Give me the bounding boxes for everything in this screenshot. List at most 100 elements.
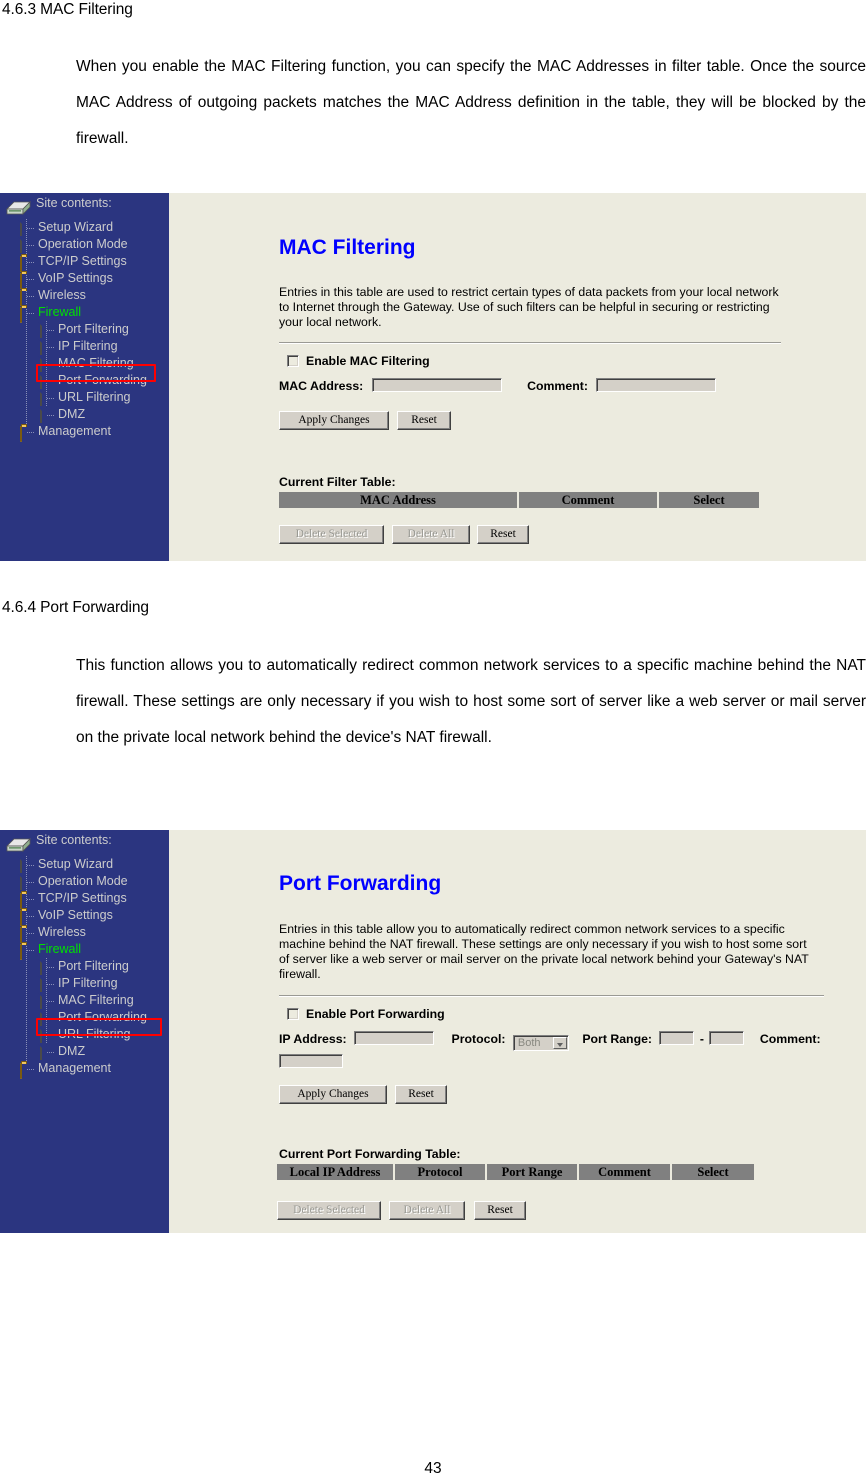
table-header-local-ip-address: Local IP Address [277, 1164, 395, 1180]
sidebar-item-setup-wizard[interactable]: Setup Wizard [0, 219, 169, 236]
sidebar-item-management[interactable]: Management [0, 423, 169, 442]
router-nav-tree-pf: Setup Wizard Operation Mode TCP/IP Setti… [0, 856, 169, 1079]
delete-all-button[interactable]: Delete All [392, 525, 470, 544]
apply-changes-button[interactable]: Apply Changes [279, 411, 389, 430]
port-range-from-input[interactable] [659, 1031, 695, 1045]
section-heading-port-forwarding: 4.6.4 Port Forwarding [2, 599, 149, 616]
mac-address-label: MAC Address: [279, 379, 364, 393]
sidebar-item-port-filtering[interactable]: Port Filtering [0, 321, 169, 338]
table-reset-button[interactable]: Reset [474, 1201, 526, 1220]
ip-address-label: IP Address: [279, 1032, 347, 1046]
document-icon [40, 339, 42, 355]
router-content-pf: Port Forwarding Entries in this table al… [169, 830, 866, 1233]
page-title: Port Forwarding [279, 872, 442, 895]
protocol-label: Protocol: [451, 1032, 506, 1046]
sidebar-item-firewall[interactable]: Firewall [0, 941, 169, 960]
table-header-comment: Comment [579, 1164, 672, 1180]
document-icon [40, 993, 42, 1009]
reset-button[interactable]: Reset [395, 1085, 447, 1104]
mac-address-input[interactable] [371, 378, 502, 392]
comment-input[interactable] [279, 1054, 343, 1068]
sidebar-item-port-forwarding[interactable]: Port Forwarding [0, 1009, 169, 1026]
sidebar-item-port-filtering[interactable]: Port Filtering [0, 958, 169, 975]
document-icon [40, 1010, 42, 1026]
enable-port-forwarding-label: Enable Port Forwarding [306, 1007, 445, 1021]
folder-icon [20, 1063, 22, 1079]
table-header-protocol: Protocol [395, 1164, 487, 1180]
sidebar-item-mac-filtering[interactable]: MAC Filtering [0, 992, 169, 1009]
document-icon [20, 220, 22, 236]
sidebar-item-ip-filtering[interactable]: IP Filtering [0, 975, 169, 992]
enable-mac-filtering-checkbox[interactable] [287, 355, 299, 367]
sidebar-item-url-filtering[interactable]: URL Filtering [0, 389, 169, 406]
router-content-mac: MAC Filtering Entries in this table are … [169, 193, 866, 561]
sidebar-item-mac-filtering[interactable]: MAC Filtering [0, 355, 169, 372]
enable-port-forwarding-checkbox[interactable] [287, 1008, 299, 1020]
sidebar-item-wireless[interactable]: Wireless [0, 287, 169, 306]
current-filter-table-caption: Current Filter Table: [279, 475, 396, 489]
document-icon [20, 874, 22, 890]
table-header-mac-address: MAC Address [279, 492, 519, 508]
table-header-comment: Comment [519, 492, 659, 508]
sidebar-item-dmz[interactable]: DMZ [0, 406, 169, 423]
ip-address-input[interactable] [354, 1031, 435, 1045]
comment-label: Comment: [759, 1032, 821, 1046]
protocol-select[interactable]: Both [512, 1035, 569, 1051]
sidebar-item-operation-mode[interactable]: Operation Mode [0, 873, 169, 890]
enable-port-forwarding-row[interactable]: Enable Port Forwarding [287, 1007, 445, 1021]
table-header-select: Select [659, 492, 759, 508]
chevron-down-icon [552, 1037, 567, 1049]
sidebar-item-tcpip-settings[interactable]: TCP/IP Settings [0, 890, 169, 909]
document-icon [40, 976, 42, 992]
divider [279, 995, 824, 997]
comment-label: Comment: [527, 379, 588, 393]
port-forwarding-field-row: IP Address: Protocol: Both Port Range: -… [279, 1028, 839, 1073]
document-icon [40, 356, 42, 372]
enable-mac-filtering-row[interactable]: Enable MAC Filtering [287, 354, 430, 368]
document-icon [40, 322, 42, 338]
section-paragraph-port-forwarding: This function allows you to automaticall… [76, 657, 866, 746]
screenshot-port-forwarding: Site contents: Setup Wizard Operation Mo… [0, 830, 866, 1233]
sidebar-item-url-filtering[interactable]: URL Filtering [0, 1026, 169, 1043]
sidebar-item-voip-settings[interactable]: VoIP Settings [0, 270, 169, 289]
page-description: Entries in this table allow you to autom… [279, 922, 809, 981]
sidebar-item-wireless[interactable]: Wireless [0, 924, 169, 943]
sidebar-item-voip-settings[interactable]: VoIP Settings [0, 907, 169, 926]
site-contents-label: Site contents: [36, 196, 112, 210]
delete-selected-button[interactable]: Delete Selected [277, 1201, 381, 1220]
divider [279, 342, 781, 344]
current-filter-table-header: MAC Address Comment Select [279, 492, 761, 508]
delete-all-button[interactable]: Delete All [389, 1201, 465, 1220]
folder-icon [20, 426, 22, 442]
delete-selected-button[interactable]: Delete Selected [279, 525, 384, 544]
section-paragraph-mac-filtering: When you enable the MAC Filtering functi… [76, 58, 866, 147]
sidebar-item-dmz[interactable]: DMZ [0, 1043, 169, 1060]
sidebar-item-tcpip-settings[interactable]: TCP/IP Settings [0, 253, 169, 272]
page-number: 43 [424, 1460, 442, 1477]
table-header-port-range: Port Range [487, 1164, 579, 1180]
sidebar-item-firewall[interactable]: Firewall [0, 304, 169, 323]
sidebar-item-setup-wizard[interactable]: Setup Wizard [0, 856, 169, 873]
port-range-label: Port Range: [582, 1032, 653, 1046]
current-port-forwarding-table-caption: Current Port Forwarding Table: [279, 1147, 461, 1161]
screenshot-mac-filtering: Site contents: Setup Wizard Operation Mo… [0, 193, 866, 561]
reset-button[interactable]: Reset [397, 411, 451, 430]
comment-input[interactable] [596, 378, 717, 392]
table-header-select: Select [672, 1164, 754, 1180]
protocol-selected-value: Both [517, 1037, 541, 1049]
table-reset-button[interactable]: Reset [477, 525, 529, 544]
page-description: Entries in this table are used to restri… [279, 285, 779, 329]
document-icon [40, 959, 42, 975]
current-port-forwarding-table-header: Local IP Address Protocol Port Range Com… [277, 1164, 754, 1180]
sidebar-item-port-forwarding[interactable]: Port Forwarding [0, 372, 169, 389]
section-heading-mac-filtering: 4.6.3 MAC Filtering [2, 1, 133, 18]
port-range-separator: - [699, 1032, 704, 1046]
document-icon [20, 237, 22, 253]
sidebar-item-ip-filtering[interactable]: IP Filtering [0, 338, 169, 355]
document-icon [20, 857, 22, 873]
apply-changes-button[interactable]: Apply Changes [279, 1085, 387, 1104]
document-icon [40, 390, 42, 406]
sidebar-item-operation-mode[interactable]: Operation Mode [0, 236, 169, 253]
port-range-to-input[interactable] [709, 1031, 745, 1045]
sidebar-item-management[interactable]: Management [0, 1060, 169, 1079]
